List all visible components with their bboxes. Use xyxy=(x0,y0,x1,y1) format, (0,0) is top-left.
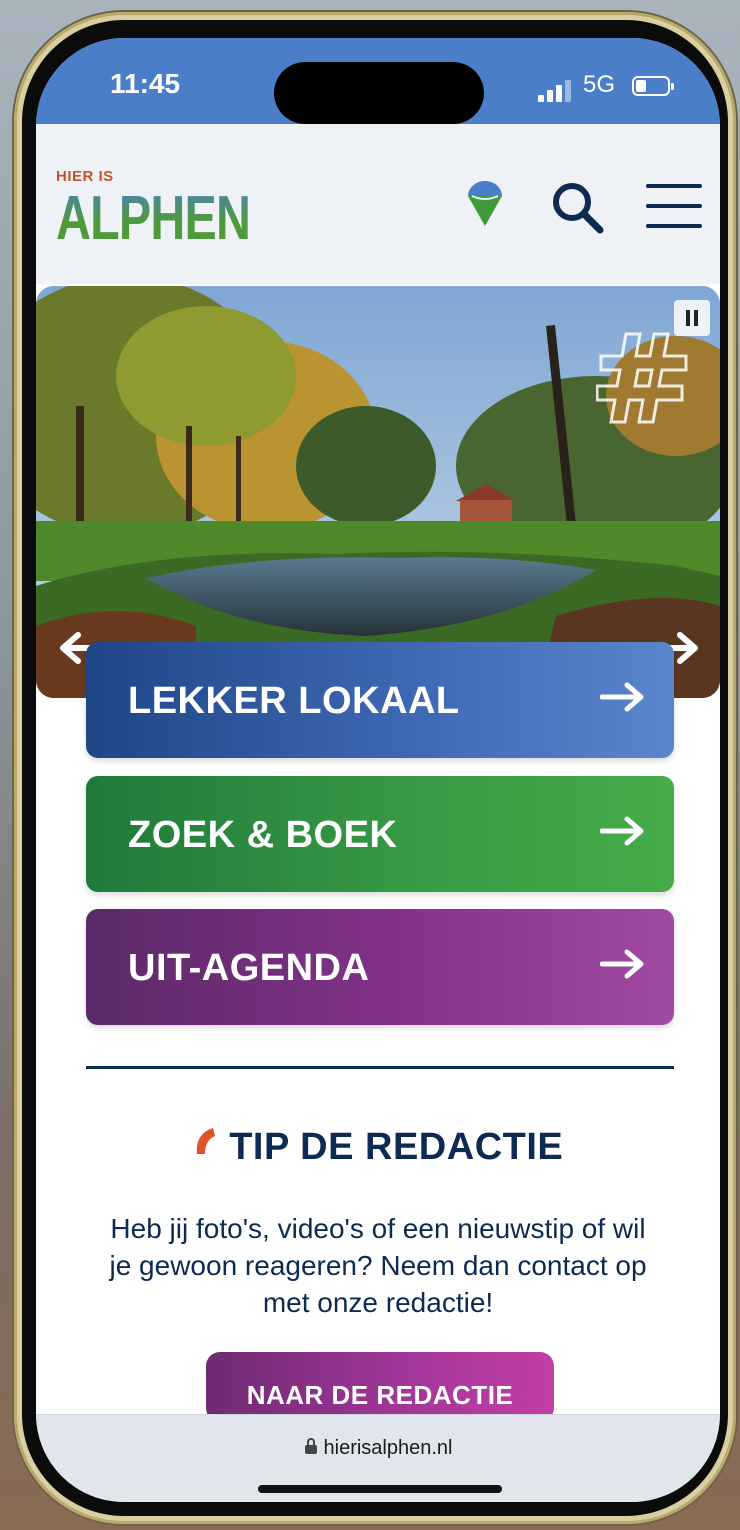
arrow-right-icon xyxy=(599,816,644,851)
nav-tile-label: LEKKER LOKAAL xyxy=(128,680,460,722)
browser-address-bar[interactable]: hierisalphen.nl xyxy=(36,1414,720,1502)
arrow-right-icon xyxy=(599,682,644,717)
section-divider xyxy=(86,1066,674,1069)
battery-icon xyxy=(632,76,674,96)
dynamic-island xyxy=(274,62,484,124)
site-header: HIER IS ALPHEN xyxy=(36,124,720,284)
status-time: 11:45 xyxy=(110,68,181,99)
editor-button-label: NAAR DE REDACTIE xyxy=(246,1380,514,1410)
tip-heading: TIP DE REDACTIE xyxy=(36,1126,720,1169)
home-indicator[interactable] xyxy=(258,1485,502,1493)
hashtag-watermark-icon xyxy=(595,328,696,433)
lekker-lokaal-button[interactable]: LEKKER LOKAAL xyxy=(86,642,674,758)
location-pin-icon[interactable] xyxy=(466,180,504,233)
tip-title: TIP DE REDACTIE xyxy=(229,1126,564,1168)
arrow-right-icon xyxy=(599,949,644,984)
zoek-en-boek-button[interactable]: ZOEK & BOEK xyxy=(86,776,674,892)
uit-agenda-button[interactable]: UIT-AGENDA xyxy=(86,909,674,1025)
phone-screen: 11:45 5G HIER IS ALPHEN LEKKER LOKAAL ZO… xyxy=(36,38,720,1502)
accent-mark-icon xyxy=(193,1126,217,1161)
tip-body-text: Heb jij foto's, video's of een nieuwstip… xyxy=(109,1213,647,1318)
nav-tile-label: UIT-AGENDA xyxy=(128,947,370,989)
search-icon[interactable] xyxy=(550,180,606,241)
lock-icon xyxy=(304,1437,318,1460)
site-logo[interactable]: HIER IS ALPHEN xyxy=(56,168,305,254)
menu-icon[interactable] xyxy=(646,184,702,244)
network-type: 5G xyxy=(583,71,616,98)
nav-tile-label: ZOEK & BOEK xyxy=(128,814,398,856)
url-display[interactable]: hierisalphen.nl xyxy=(36,1437,720,1460)
status-bar: 11:45 5G xyxy=(36,38,720,124)
url-text: hierisalphen.nl xyxy=(323,1437,453,1459)
naar-de-redactie-button[interactable]: NAAR DE REDACTIE xyxy=(206,1352,554,1422)
signal-icon xyxy=(538,80,572,102)
logo-wordmark: ALPHEN xyxy=(56,184,251,253)
